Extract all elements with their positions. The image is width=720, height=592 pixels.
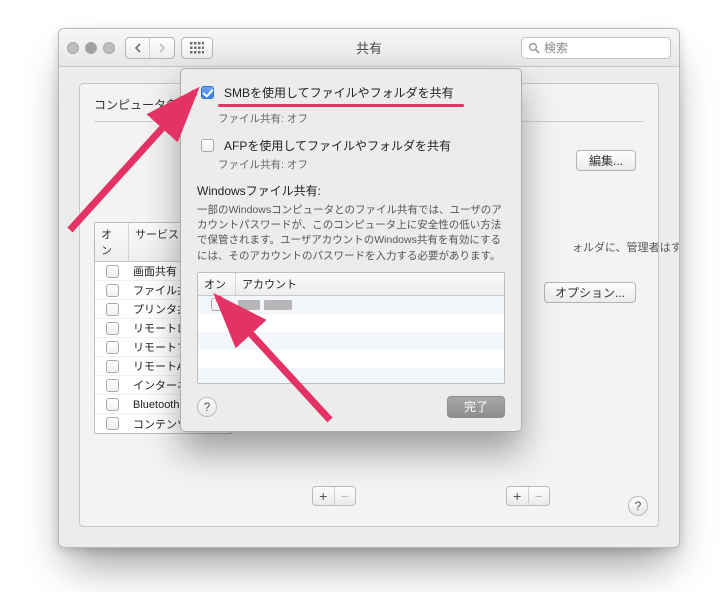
accounts-header-on: オン: [198, 273, 236, 295]
windows-title: Windowsファイル共有:: [197, 182, 505, 199]
account-row-empty: [198, 350, 504, 368]
minimize-icon[interactable]: [85, 42, 97, 54]
remove-folder-button[interactable]: −: [335, 487, 356, 505]
search-placeholder: 検索: [544, 39, 568, 56]
zoom-icon[interactable]: [103, 42, 115, 54]
service-checkbox[interactable]: [106, 379, 119, 392]
nav-back-forward[interactable]: [125, 37, 175, 59]
accounts-table: オン アカウント: [197, 272, 505, 384]
service-checkbox[interactable]: [106, 265, 119, 278]
service-checkbox[interactable]: [106, 398, 119, 411]
account-row-empty: [198, 332, 504, 350]
service-checkbox[interactable]: [106, 417, 119, 430]
help-button[interactable]: ?: [628, 496, 648, 516]
annotation-underline: [218, 104, 464, 107]
service-checkbox[interactable]: [106, 341, 119, 354]
traffic-lights: [67, 42, 115, 54]
titlebar: 共有 検索: [59, 29, 679, 67]
options-sheet: SMBを使用してファイルやフォルダを共有 ファイル共有: オフ AFPを使用して…: [180, 68, 522, 432]
remove-user-button[interactable]: −: [529, 487, 550, 505]
account-name-redacted: [264, 300, 292, 310]
account-row-empty: [198, 368, 504, 384]
add-folder-button[interactable]: +: [313, 487, 335, 505]
add-user-button[interactable]: +: [507, 487, 529, 505]
add-remove-users[interactable]: + −: [506, 486, 550, 506]
account-row[interactable]: [198, 296, 504, 314]
sheet-footer: ? 完了: [197, 396, 505, 418]
edit-button[interactable]: 編集...: [576, 150, 636, 171]
back-button[interactable]: [126, 38, 150, 58]
service-checkbox[interactable]: [106, 360, 119, 373]
account-checkbox[interactable]: [211, 298, 224, 311]
forward-button[interactable]: [150, 38, 174, 58]
smb-row[interactable]: SMBを使用してファイルやフォルダを共有: [197, 83, 505, 102]
service-checkbox[interactable]: [106, 303, 119, 316]
service-checkbox[interactable]: [106, 322, 119, 335]
afp-label: AFPを使用してファイルやフォルダを共有: [224, 137, 451, 154]
account-name-redacted: [238, 300, 260, 310]
folder-permission-text: ォルダに、管理者はす: [572, 239, 680, 255]
account-row-empty: [198, 314, 504, 332]
show-all-button[interactable]: [181, 37, 213, 59]
afp-sub: ファイル共有: オフ: [218, 157, 505, 172]
afp-checkbox[interactable]: [201, 139, 214, 152]
done-button[interactable]: 完了: [447, 396, 505, 418]
accounts-body: [198, 296, 504, 384]
smb-sub: ファイル共有: オフ: [218, 111, 505, 126]
smb-checkbox[interactable]: [201, 86, 214, 99]
search-icon: [528, 42, 540, 54]
add-remove-folders[interactable]: + −: [312, 486, 356, 506]
service-checkbox[interactable]: [106, 284, 119, 297]
accounts-header-name: アカウント: [236, 273, 504, 295]
smb-label: SMBを使用してファイルやフォルダを共有: [224, 84, 454, 101]
windows-description: 一部のWindowsコンピュータとのファイル共有では、ユーザのアカウントパスワー…: [197, 203, 505, 264]
sheet-help-button[interactable]: ?: [197, 397, 217, 417]
options-button[interactable]: オプション...: [544, 282, 636, 303]
services-header-on: オン: [95, 223, 129, 261]
accounts-header: オン アカウント: [198, 273, 504, 296]
close-icon[interactable]: [67, 42, 79, 54]
afp-row[interactable]: AFPを使用してファイルやフォルダを共有: [197, 136, 505, 155]
search-field[interactable]: 検索: [521, 37, 671, 59]
